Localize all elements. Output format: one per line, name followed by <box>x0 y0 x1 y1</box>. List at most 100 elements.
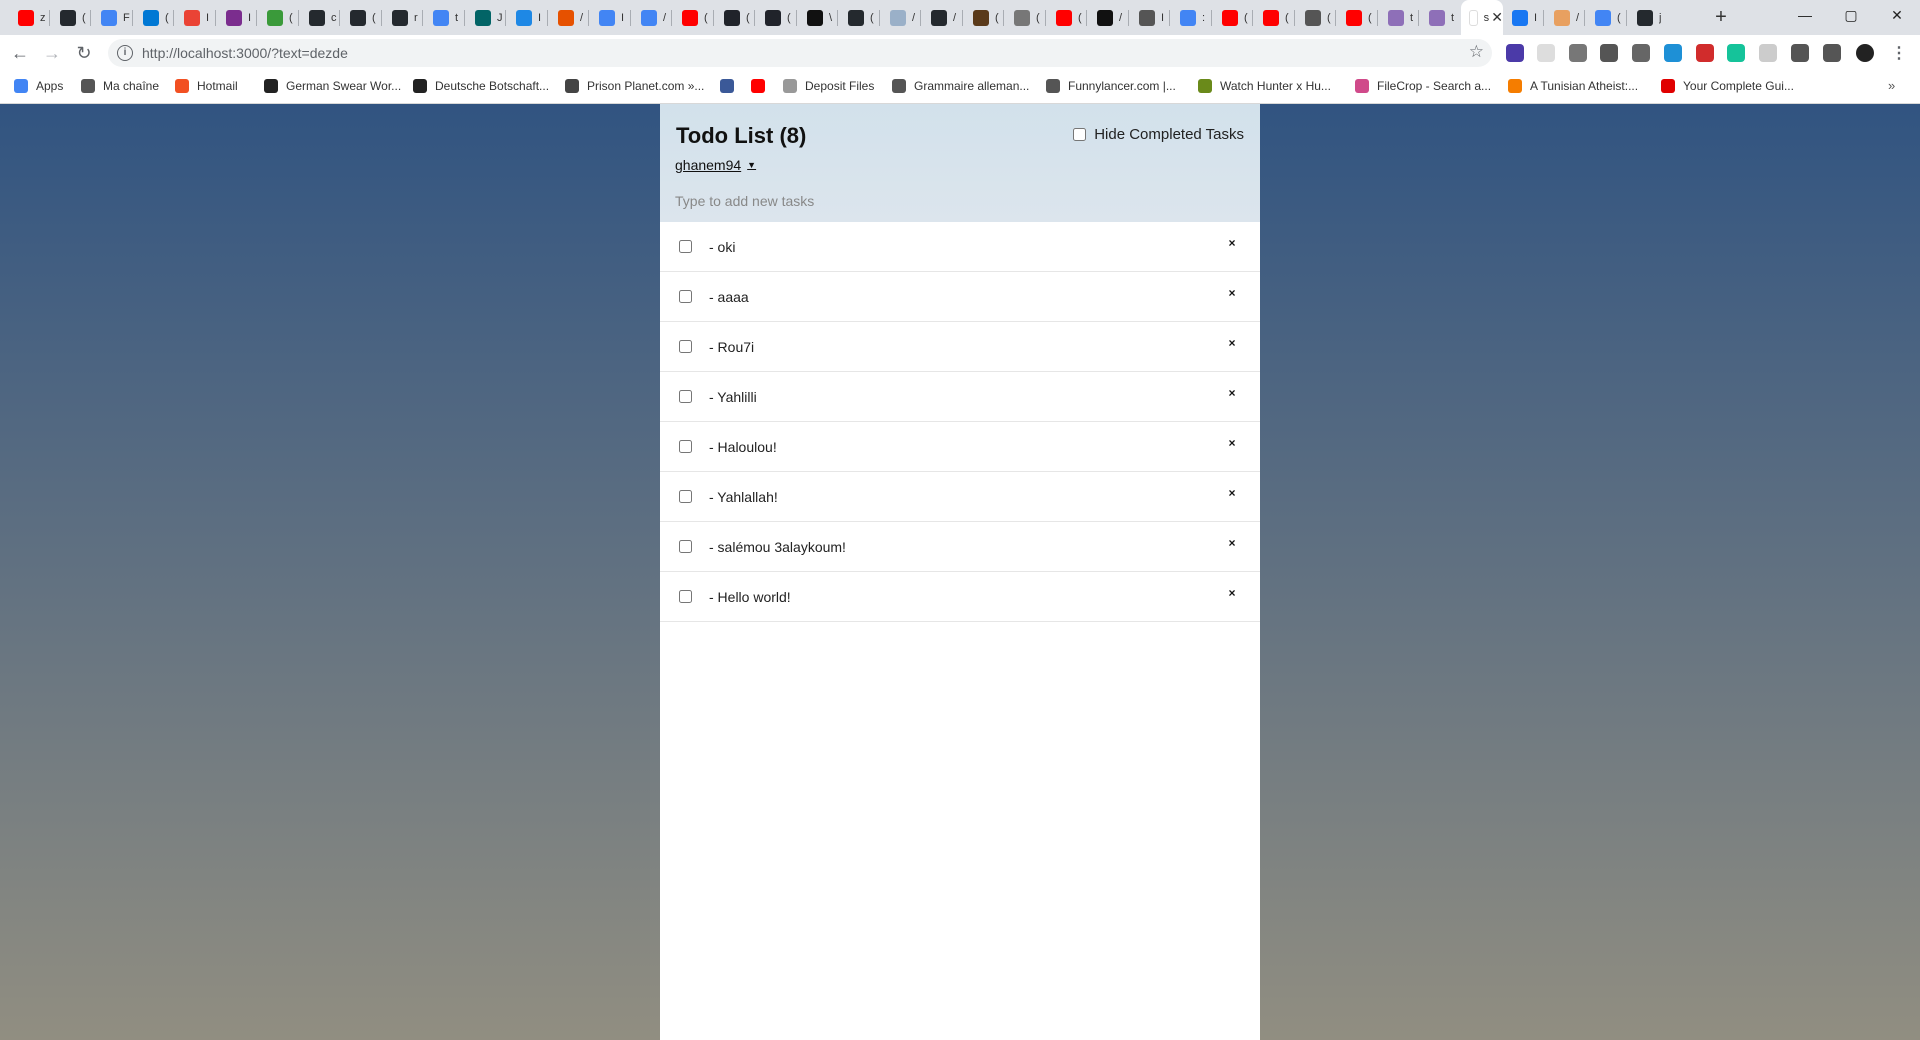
task-checkbox[interactable] <box>679 490 692 503</box>
bug-icon[interactable] <box>1632 44 1650 62</box>
browser-tab[interactable]: / <box>1544 4 1585 32</box>
url-text[interactable]: http://localhost:3000/?text=dezde <box>142 45 348 61</box>
browser-tab[interactable]: s ✕ <box>1461 0 1503 35</box>
bookmark-item[interactable]: German Swear Wor... <box>264 79 401 93</box>
browser-tab[interactable]: ( <box>755 4 796 32</box>
new-task-input[interactable] <box>660 182 1260 220</box>
browser-tab[interactable]: c <box>299 4 340 32</box>
dropdown-caret-icon[interactable]: ▼ <box>747 160 756 170</box>
browser-tab[interactable]: ( <box>672 4 713 32</box>
delete-task-button[interactable]: × <box>1224 285 1240 301</box>
bookmark-item[interactable]: A Tunisian Atheist:... <box>1508 79 1638 93</box>
task-checkbox[interactable] <box>679 240 692 253</box>
bookmark-item[interactable]: Your Complete Gui... <box>1661 79 1794 93</box>
browser-tab[interactable]: ( <box>50 4 91 32</box>
forward-icon[interactable]: → <box>40 41 64 65</box>
browser-tab[interactable]: ( <box>1212 4 1253 32</box>
browser-tab[interactable]: ( <box>340 4 381 32</box>
site-info-icon[interactable]: i <box>117 45 133 61</box>
browser-tab[interactable]: / <box>880 4 921 32</box>
maximize-button[interactable]: ▢ <box>1828 0 1874 30</box>
delete-task-button[interactable]: × <box>1224 335 1240 351</box>
task-checkbox[interactable] <box>679 390 692 403</box>
delete-task-button[interactable]: × <box>1224 385 1240 401</box>
grammarly-icon[interactable] <box>1727 44 1745 62</box>
browser-tab[interactable]: t <box>1378 4 1419 32</box>
bookmark-item[interactable]: Ma chaîne <box>81 79 159 93</box>
adblock-icon[interactable] <box>1696 44 1714 62</box>
browser-tab[interactable]: j <box>1627 4 1668 32</box>
browser-tab[interactable]: ( <box>963 4 1004 32</box>
task-checkbox[interactable] <box>679 540 692 553</box>
browser-tab[interactable]: z <box>8 4 49 32</box>
vuejs-icon[interactable] <box>1569 44 1587 62</box>
bookmark-item[interactable]: Deposit Files <box>783 79 874 93</box>
bookmark-item[interactable]: FileCrop - Search a... <box>1355 79 1491 93</box>
task-checkbox[interactable] <box>679 290 692 303</box>
bookmark-star-icon[interactable]: ☆ <box>1469 42 1484 62</box>
username[interactable]: ghanem94 <box>675 157 741 173</box>
task-checkbox[interactable] <box>679 340 692 353</box>
browser-tab[interactable]: ( <box>1253 4 1294 32</box>
browser-tab[interactable]: / <box>631 4 672 32</box>
task-checkbox[interactable] <box>679 590 692 603</box>
address-bar[interactable]: i http://localhost:3000/?text=dezde ☆ <box>108 39 1492 67</box>
browser-tab[interactable]: I <box>174 4 215 32</box>
hide-completed-checkbox[interactable] <box>1073 128 1087 141</box>
delete-task-button[interactable]: × <box>1224 435 1240 451</box>
browser-tab[interactable]: ( <box>1295 4 1336 32</box>
bookmark-item[interactable]: Prison Planet.com »... <box>565 79 704 93</box>
browser-tab[interactable]: ( <box>1585 4 1626 32</box>
browser-tab[interactable]: / <box>1087 4 1128 32</box>
more-bookmarks-icon[interactable]: » <box>1888 78 1895 93</box>
bookmark-item[interactable]: Funnylancer.com |... <box>1046 79 1176 93</box>
browser-tab[interactable]: ( <box>1336 4 1377 32</box>
hide-completed-toggle[interactable]: Hide Completed Tasks <box>1073 126 1244 143</box>
browser-tab[interactable]: I <box>1129 4 1170 32</box>
browser-tab[interactable]: I <box>216 4 257 32</box>
browser-tab[interactable]: ( <box>133 4 174 32</box>
browser-tab[interactable]: t <box>1419 4 1460 32</box>
close-window-button[interactable]: ✕ <box>1874 0 1920 30</box>
browser-tab[interactable]: r <box>382 4 423 32</box>
delete-task-button[interactable]: × <box>1224 585 1240 601</box>
delete-task-button[interactable]: × <box>1224 235 1240 251</box>
extension-icon[interactable] <box>1759 44 1777 62</box>
bookmark-item[interactable]: Watch Hunter x Hu... <box>1198 79 1331 93</box>
browser-tab[interactable]: : <box>1170 4 1211 32</box>
browser-tab[interactable]: ( <box>714 4 755 32</box>
browser-tab[interactable]: I <box>1502 4 1543 32</box>
browser-tab[interactable]: F <box>91 4 132 32</box>
browser-tab[interactable]: ( <box>257 4 298 32</box>
browser-tab[interactable]: ( <box>1046 4 1087 32</box>
bookmark-item[interactable]: Hotmail <box>175 79 238 93</box>
delete-task-button[interactable]: × <box>1224 485 1240 501</box>
puzzle-icon[interactable] <box>1791 44 1809 62</box>
browser-tab[interactable]: ( <box>838 4 879 32</box>
minimize-button[interactable]: — <box>1782 0 1828 30</box>
browser-tab[interactable]: t <box>423 4 464 32</box>
reload-icon[interactable]: ↻ <box>72 41 96 65</box>
bookmark-item[interactable] <box>751 79 773 93</box>
browser-tab[interactable]: ( <box>1004 4 1045 32</box>
browser-tab[interactable]: J <box>465 4 506 32</box>
extension-icon[interactable] <box>1537 44 1555 62</box>
bookmark-item[interactable]: Grammaire alleman... <box>892 79 1029 93</box>
bookmark-item[interactable] <box>720 79 742 93</box>
avatar[interactable] <box>1856 44 1874 62</box>
delete-task-button[interactable]: × <box>1224 535 1240 551</box>
bookmark-item[interactable]: Deutsche Botschaft... <box>413 79 549 93</box>
extension-icon[interactable] <box>1506 44 1524 62</box>
login-dropdown[interactable]: ghanem94 ▼ <box>675 157 756 173</box>
browser-tab[interactable]: / <box>548 4 589 32</box>
task-checkbox[interactable] <box>679 440 692 453</box>
browser-tab[interactable]: I <box>589 4 630 32</box>
back-icon[interactable]: ← <box>8 41 32 65</box>
extension-icon[interactable] <box>1600 44 1618 62</box>
browser-menu-icon[interactable]: ⋮ <box>1890 44 1908 62</box>
playlist-icon[interactable] <box>1823 44 1841 62</box>
bookmark-item[interactable]: Apps <box>14 79 63 93</box>
browser-tab[interactable]: I <box>506 4 547 32</box>
browser-tab[interactable]: / <box>921 4 962 32</box>
browser-tab[interactable]: \ <box>797 4 838 32</box>
